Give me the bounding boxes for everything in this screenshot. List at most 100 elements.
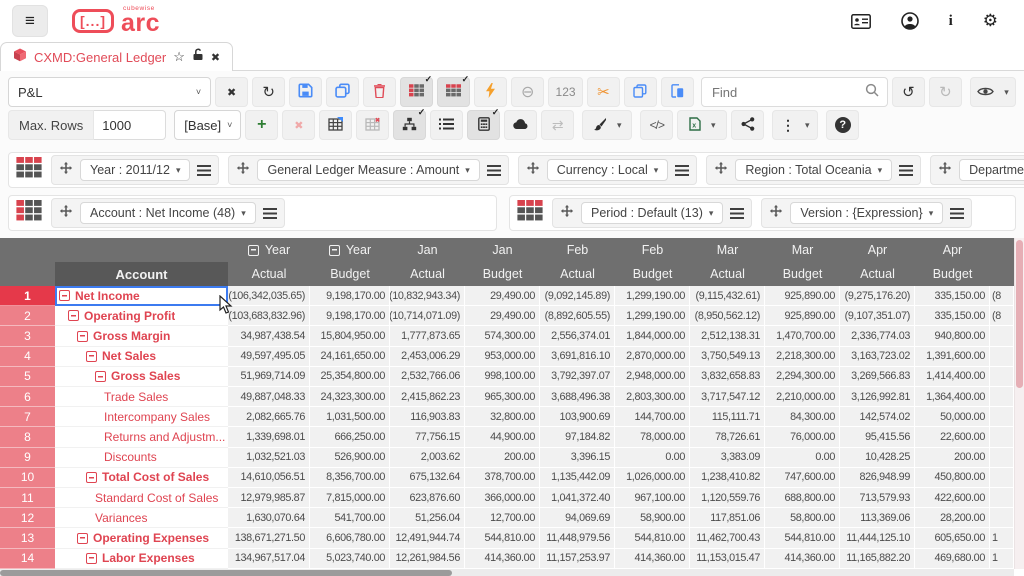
column-header-bottom[interactable]: Budget bbox=[310, 262, 390, 286]
redo-button[interactable]: ↻ bbox=[929, 77, 962, 107]
subset-list-icon[interactable] bbox=[950, 208, 964, 219]
grid-cell[interactable]: 1,339,698.01 bbox=[228, 427, 310, 447]
move-icon[interactable] bbox=[59, 161, 73, 180]
undo-button[interactable]: ↺ bbox=[892, 77, 925, 107]
account-cell[interactable]: Trade Sales bbox=[55, 387, 228, 407]
grid-cell[interactable]: 49,597,495.05 bbox=[228, 347, 310, 367]
grid-cell[interactable]: 58,800.00 bbox=[765, 508, 840, 528]
grid-cell[interactable]: 12,261,984.56 bbox=[390, 549, 465, 569]
grid-cell[interactable]: 2,512,138.31 bbox=[690, 326, 765, 346]
grid-cell[interactable]: 3,717,547.12 bbox=[690, 387, 765, 407]
grid-cell[interactable]: 200.00 bbox=[915, 448, 990, 468]
grid-cell[interactable]: 142,574.02 bbox=[840, 407, 915, 427]
grid-cell[interactable]: 51,969,714.09 bbox=[228, 367, 310, 387]
dimension-chip-measure[interactable]: General Ledger Measure : Amount▾ bbox=[228, 155, 508, 185]
grid-cell[interactable]: 103,900.69 bbox=[540, 407, 615, 427]
grid-cell[interactable]: 925,890.00 bbox=[765, 286, 840, 306]
account-cell[interactable]: Net Income bbox=[55, 286, 228, 306]
row-number[interactable]: 7 bbox=[0, 407, 55, 427]
column-header-bottom[interactable]: Actual bbox=[840, 262, 915, 286]
grid-cell[interactable]: (10,832,943.34) bbox=[390, 286, 465, 306]
grid-cell[interactable]: 1,031,500.00 bbox=[310, 407, 390, 427]
grid-cell[interactable]: 25,354,800.00 bbox=[310, 367, 390, 387]
number-format-button[interactable]: 123 bbox=[548, 77, 583, 107]
export-excel-button[interactable]: x ▾ bbox=[677, 110, 727, 140]
subset-list-icon[interactable] bbox=[899, 165, 913, 176]
close-tab-icon[interactable]: ✖ bbox=[211, 51, 220, 64]
grid-cell[interactable]: (9,107,351.07) bbox=[840, 306, 915, 326]
grid-cell[interactable]: 138,671,271.50 bbox=[228, 528, 310, 548]
account-cell[interactable]: Gross Sales bbox=[55, 367, 228, 387]
grid-cell[interactable]: 1,299,190.00 bbox=[615, 306, 690, 326]
grid-cell[interactable]: 12,979,985.87 bbox=[228, 488, 310, 508]
settings-icon[interactable]: ⚙ bbox=[983, 11, 998, 31]
horizontal-scrollbar[interactable] bbox=[0, 569, 1014, 576]
dimension-chip-period[interactable]: Period : Default (13)▾ bbox=[552, 198, 752, 228]
grid-cell[interactable]: (10,714,071.09) bbox=[390, 306, 465, 326]
grid-cell[interactable]: 414,360.00 bbox=[765, 549, 840, 569]
grid-cell[interactable]: 1,041,372.40 bbox=[540, 488, 615, 508]
grid-cell[interactable]: 11,153,015.47 bbox=[690, 549, 765, 569]
help-button[interactable]: ? bbox=[826, 110, 859, 140]
format-menu-button[interactable]: ▾ bbox=[582, 110, 632, 140]
cloud-download-button[interactable] bbox=[504, 110, 537, 140]
collapse-icon[interactable] bbox=[59, 290, 70, 301]
grid-cell[interactable]: 7,815,000.00 bbox=[310, 488, 390, 508]
grid-cell[interactable]: 200.00 bbox=[465, 448, 540, 468]
column-header-bottom[interactable]: Budget bbox=[915, 262, 990, 286]
grid-cell-partial[interactable] bbox=[990, 468, 1014, 488]
row-number[interactable]: 3 bbox=[0, 326, 55, 346]
grid-cell[interactable]: 925,890.00 bbox=[765, 306, 840, 326]
account-cell[interactable]: Operating Expenses bbox=[55, 528, 228, 548]
grid-cell[interactable]: 1,032,521.03 bbox=[228, 448, 310, 468]
grid-cell[interactable]: 113,369.06 bbox=[840, 508, 915, 528]
grid-cell-partial[interactable] bbox=[990, 508, 1014, 528]
grid-cell[interactable]: 2,415,862.23 bbox=[390, 387, 465, 407]
account-cell[interactable]: Discounts bbox=[55, 448, 228, 468]
grid-cell[interactable]: 1,391,600.00 bbox=[915, 347, 990, 367]
grid-cell[interactable]: 78,726.61 bbox=[690, 427, 765, 447]
subset-list-icon[interactable] bbox=[675, 165, 689, 176]
grid-cell[interactable]: 826,948.99 bbox=[840, 468, 915, 488]
grid-cell[interactable]: 12,700.00 bbox=[465, 508, 540, 528]
account-cell[interactable]: Standard Cost of Sales bbox=[55, 488, 228, 508]
grid-cell[interactable]: (8,950,562.12) bbox=[690, 306, 765, 326]
grid-cell-partial[interactable]: (8 bbox=[990, 286, 1014, 306]
grid-cell[interactable]: 49,887,048.33 bbox=[228, 387, 310, 407]
grid-cell[interactable]: 2,218,300.00 bbox=[765, 347, 840, 367]
move-icon[interactable] bbox=[714, 161, 728, 180]
grid-cell[interactable]: 32,800.00 bbox=[465, 407, 540, 427]
insert-table-button[interactable] bbox=[319, 110, 352, 140]
move-icon[interactable] bbox=[526, 161, 540, 180]
copy-cells-button[interactable] bbox=[624, 77, 657, 107]
grid-cell[interactable]: 115,111.71 bbox=[690, 407, 765, 427]
grid-cell-partial[interactable] bbox=[990, 427, 1014, 447]
subset-list-icon[interactable] bbox=[263, 208, 277, 219]
column-header-top[interactable]: Apr bbox=[915, 238, 990, 262]
favorite-star-icon[interactable]: ☆ bbox=[173, 49, 185, 65]
grid-cell-partial[interactable]: 1 bbox=[990, 528, 1014, 548]
suppress-zeros-button[interactable]: ⊖ bbox=[511, 77, 544, 107]
column-header-top[interactable]: Mar bbox=[690, 238, 765, 262]
info-icon[interactable]: i bbox=[949, 13, 953, 30]
account-cell[interactable]: Net Sales bbox=[55, 347, 228, 367]
account-cell[interactable]: Operating Profit bbox=[55, 306, 228, 326]
row-number[interactable]: 12 bbox=[0, 508, 55, 528]
grid-cell[interactable]: 526,900.00 bbox=[310, 448, 390, 468]
grid-cell[interactable]: 2,082,665.76 bbox=[228, 407, 310, 427]
grid-cell[interactable]: 12,491,944.74 bbox=[390, 528, 465, 548]
dimension-chip-currency[interactable]: Currency : Local▾ bbox=[518, 155, 698, 185]
move-icon[interactable] bbox=[769, 204, 783, 223]
grid-cell[interactable]: 15,804,950.00 bbox=[310, 326, 390, 346]
grid-cell[interactable]: 2,210,000.00 bbox=[765, 387, 840, 407]
grid-cell[interactable]: 5,023,740.00 bbox=[310, 549, 390, 569]
grid-cell[interactable]: 10,428.25 bbox=[840, 448, 915, 468]
grid-cell[interactable]: 713,579.93 bbox=[840, 488, 915, 508]
collapse-icon[interactable] bbox=[68, 310, 79, 321]
account-cell[interactable]: Variances bbox=[55, 508, 228, 528]
row-number[interactable]: 11 bbox=[0, 488, 55, 508]
grid-cell[interactable]: 44,900.00 bbox=[465, 427, 540, 447]
subset-list-icon[interactable] bbox=[197, 165, 211, 176]
column-header-top[interactable]: Mar bbox=[765, 238, 840, 262]
column-header-bottom[interactable]: Actual bbox=[228, 262, 310, 286]
